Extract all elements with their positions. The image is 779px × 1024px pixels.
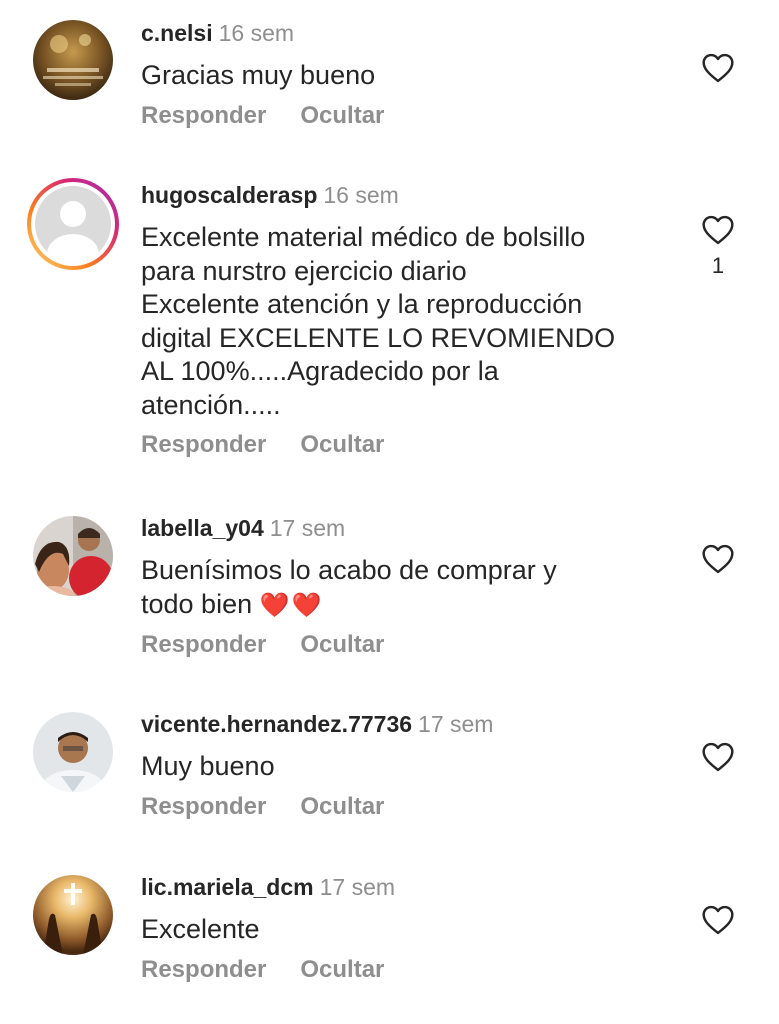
timestamp: 16 sem	[218, 20, 295, 46]
heart-outline-icon[interactable]	[701, 742, 735, 772]
comment-text: Excelente	[141, 914, 260, 944]
comment-meta: labella_y04 17 sem	[141, 513, 681, 543]
reply-button[interactable]: Responder	[141, 102, 266, 129]
reply-button[interactable]: Responder	[141, 793, 266, 820]
comment-actions: Responder Ocultar	[141, 430, 681, 460]
reply-button[interactable]: Responder	[141, 431, 266, 458]
timestamp: 17 sem	[269, 515, 346, 541]
like-control	[699, 53, 737, 83]
avatar[interactable]	[33, 875, 113, 955]
comment-meta: vicente.hernandez.77736 17 sem	[141, 709, 681, 739]
timestamp: 17 sem	[319, 874, 396, 900]
hide-button[interactable]: Ocultar	[300, 431, 384, 458]
timestamp: 17 sem	[418, 711, 494, 737]
username[interactable]: labella_y04	[141, 515, 264, 541]
username[interactable]: c.nelsi	[141, 20, 213, 46]
comment-actions: Responder Ocultar	[141, 101, 681, 131]
comment-meta: hugoscalderasp 16 sem	[141, 180, 681, 210]
like-count: 1	[711, 253, 725, 278]
comment-meta: lic.mariela_dcm 17 sem	[141, 872, 681, 902]
heart-emoji-icon: ❤️❤️	[259, 591, 324, 619]
username[interactable]: vicente.hernandez.77736	[141, 711, 412, 737]
hide-button[interactable]: Ocultar	[300, 102, 384, 129]
username[interactable]: hugoscalderasp	[141, 182, 317, 208]
like-control: 1	[699, 215, 737, 279]
comment-body: lic.mariela_dcm 17 sem Excelente Responde…	[141, 872, 681, 985]
comment-meta: c.nelsi 16 sem	[141, 18, 681, 48]
hide-button[interactable]: Ocultar	[300, 631, 384, 658]
hide-button[interactable]: Ocultar	[300, 793, 384, 820]
avatar[interactable]	[33, 20, 113, 100]
avatar-photo-flower-logo	[33, 20, 113, 100]
comments-list: c.nelsi 16 sem Gracias muy bueno Responde…	[0, 0, 779, 1024]
avatar-photo-man-white-coat	[33, 712, 113, 792]
like-control	[699, 905, 737, 935]
avatar-default-user-story-ring	[27, 178, 119, 270]
comment-text: Muy bueno	[141, 751, 275, 781]
avatar[interactable]	[33, 516, 113, 596]
comment-body: labella_y04 17 sem Buenísimos lo acabo de…	[141, 513, 681, 660]
username[interactable]: lic.mariela_dcm	[141, 874, 314, 900]
comment-body: c.nelsi 16 sem Gracias muy bueno Responde…	[141, 18, 681, 131]
comment-text: Buenísimos lo acabo de comprar y todo bi…	[141, 554, 681, 622]
avatar[interactable]	[33, 712, 113, 792]
avatar[interactable]	[25, 176, 121, 272]
comment-actions: Responder Ocultar	[141, 792, 681, 822]
reply-button[interactable]: Responder	[141, 631, 266, 658]
comment-text: Gracias muy bueno	[141, 60, 376, 90]
hide-button[interactable]: Ocultar	[300, 956, 384, 983]
comment-text-content: Buenísimos lo acabo de comprar y todo bi…	[141, 555, 557, 619]
like-control	[699, 544, 737, 574]
comment-actions: Responder Ocultar	[141, 955, 681, 985]
heart-outline-icon[interactable]	[701, 544, 735, 574]
heart-outline-icon[interactable]	[701, 215, 735, 245]
avatar-photo-two-people	[33, 516, 113, 596]
heart-outline-icon[interactable]	[701, 905, 735, 935]
timestamp: 16 sem	[323, 182, 399, 208]
comment-text: Excelente material médico de bolsillo pa…	[141, 222, 616, 420]
avatar-photo-hands-light	[33, 875, 113, 955]
comment-actions: Responder Ocultar	[141, 630, 681, 660]
reply-button[interactable]: Responder	[141, 956, 266, 983]
comment-body: vicente.hernandez.77736 17 sem Muy bueno …	[141, 709, 681, 822]
heart-outline-icon[interactable]	[701, 53, 735, 83]
comment-body: hugoscalderasp 16 sem Excelente material …	[141, 180, 681, 460]
like-control	[699, 742, 737, 772]
